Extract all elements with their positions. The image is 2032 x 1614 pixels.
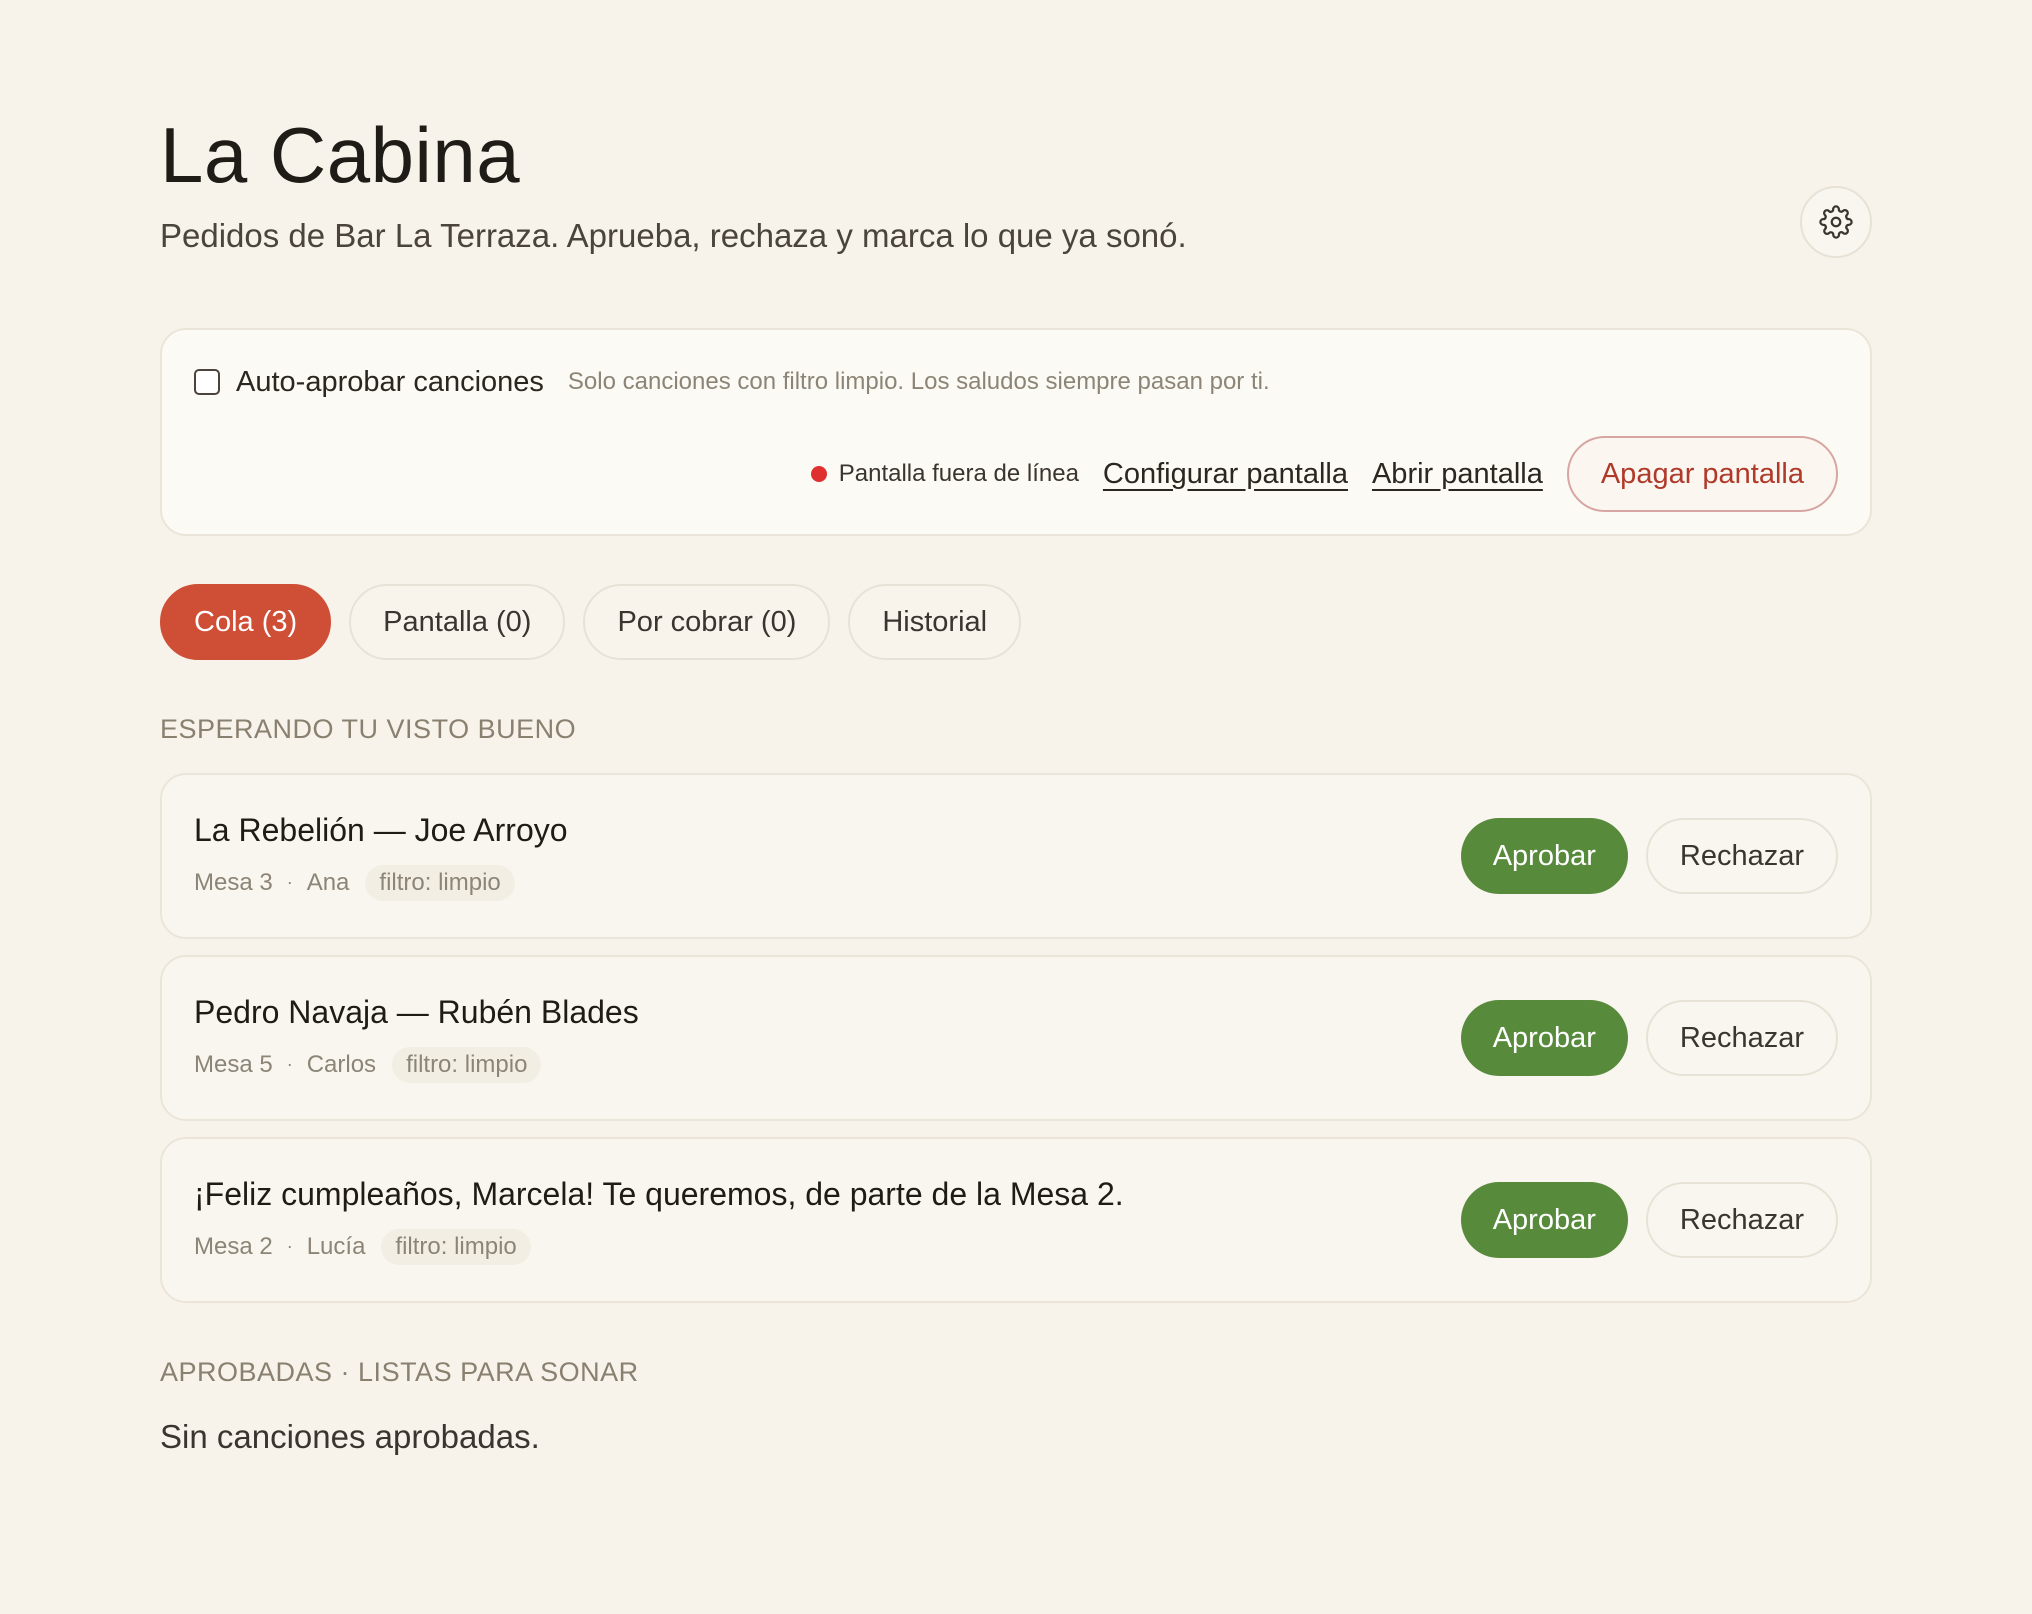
request-card: La Rebelión — Joe Arroyo Mesa 3 · Ana fi… — [160, 773, 1872, 939]
header: La Cabina Pedidos de Bar La Terraza. Apr… — [160, 110, 1872, 258]
reject-button[interactable]: Rechazar — [1645, 1000, 1838, 1076]
pending-list: La Rebelión — Joe Arroyo Mesa 3 · Ana fi… — [160, 773, 1872, 1303]
request-table: Mesa 5 — [194, 1050, 273, 1078]
screen-controls: Pantalla fuera de línea Configurar panta… — [194, 436, 1838, 512]
auto-approve-hint: Solo canciones con filtro limpio. Los sa… — [567, 368, 1270, 395]
filter-badge: filtro: limpio — [392, 1046, 542, 1083]
request-card: Pedro Navaja — Rubén Blades Mesa 5 · Car… — [160, 955, 1872, 1121]
request-meta: Mesa 3 · Ana filtro: limpio — [194, 864, 568, 901]
settings-button[interactable] — [1800, 186, 1872, 258]
request-person: Lucía — [306, 1232, 366, 1260]
filter-badge: filtro: limpio — [365, 864, 515, 901]
request-person: Carlos — [306, 1050, 377, 1078]
auto-approve-label[interactable]: Auto-aprobar canciones — [236, 366, 544, 399]
request-info: La Rebelión — Joe Arroyo Mesa 3 · Ana fi… — [194, 812, 568, 901]
approve-button[interactable]: Aprobar — [1460, 1182, 1628, 1258]
meta-separator: · — [286, 1054, 293, 1074]
tab-pantalla[interactable]: Pantalla (0) — [349, 584, 566, 660]
page-subtitle: Pedidos de Bar La Terraza. Aprueba, rech… — [160, 217, 1187, 254]
tab-bar: Cola (3) Pantalla (0) Por cobrar (0) His… — [160, 584, 1872, 660]
configure-screen-link[interactable]: Configurar pantalla — [1103, 458, 1348, 491]
request-table: Mesa 3 — [194, 868, 273, 896]
approve-button[interactable]: Aprobar — [1460, 818, 1628, 894]
meta-separator: · — [286, 1236, 293, 1256]
pending-heading: ESPERANDO TU VISTO BUENO — [160, 714, 577, 744]
tab-historial[interactable]: Historial — [848, 584, 1022, 660]
request-actions: Aprobar Rechazar — [1460, 818, 1838, 894]
tab-por-cobrar[interactable]: Por cobrar (0) — [583, 584, 831, 660]
reject-button[interactable]: Rechazar — [1645, 1182, 1838, 1258]
page-title: La Cabina — [160, 111, 521, 199]
screen-status-text: Pantalla fuera de línea — [838, 460, 1079, 487]
request-title: Pedro Navaja — Rubén Blades — [194, 993, 639, 1030]
meta-separator: · — [286, 872, 293, 892]
request-info: ¡Feliz cumpleaños, Marcela! Te queremos,… — [194, 1176, 1124, 1265]
request-card: ¡Feliz cumpleaños, Marcela! Te queremos,… — [160, 1137, 1872, 1303]
request-info: Pedro Navaja — Rubén Blades Mesa 5 · Car… — [194, 994, 639, 1083]
approved-heading: APROBADAS · LISTAS PARA SONAR — [160, 1357, 639, 1387]
auto-approve-row: Auto-aprobar canciones Solo canciones co… — [194, 360, 1838, 404]
open-screen-link[interactable]: Abrir pantalla — [1372, 458, 1543, 491]
page: La Cabina Pedidos de Bar La Terraza. Apr… — [0, 0, 2032, 1614]
reject-button[interactable]: Rechazar — [1645, 818, 1838, 894]
request-actions: Aprobar Rechazar — [1460, 1182, 1838, 1258]
approved-empty-text: Sin canciones aprobadas. — [160, 1418, 540, 1455]
control-panel: Auto-aprobar canciones Solo canciones co… — [160, 328, 1872, 536]
auto-approve-checkbox[interactable] — [194, 369, 220, 395]
status-dot-icon — [810, 466, 827, 482]
request-actions: Aprobar Rechazar — [1460, 1000, 1838, 1076]
gear-icon — [1819, 205, 1853, 239]
tab-cola[interactable]: Cola (3) — [160, 584, 332, 660]
request-title: La Rebelión — Joe Arroyo — [194, 811, 568, 848]
filter-badge: filtro: limpio — [381, 1228, 531, 1265]
turn-off-screen-button[interactable]: Apagar pantalla — [1566, 436, 1838, 512]
request-title: ¡Feliz cumpleaños, Marcela! Te queremos,… — [194, 1175, 1124, 1212]
request-meta: Mesa 5 · Carlos filtro: limpio — [194, 1046, 639, 1083]
request-person: Ana — [306, 868, 350, 896]
request-table: Mesa 2 — [194, 1232, 273, 1260]
request-meta: Mesa 2 · Lucía filtro: limpio — [194, 1228, 1124, 1265]
approve-button[interactable]: Aprobar — [1460, 1000, 1628, 1076]
